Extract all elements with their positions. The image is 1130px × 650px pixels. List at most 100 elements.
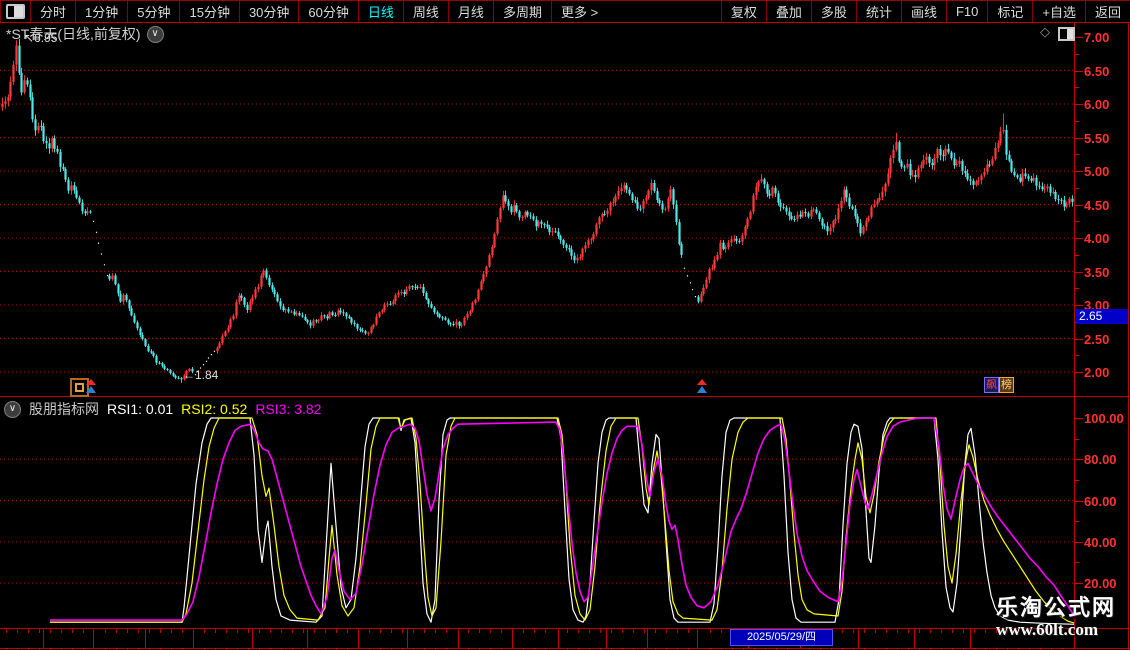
price-axis-tick: [1075, 154, 1079, 155]
date-axis-tick: [688, 629, 689, 633]
date-axis-tick: [292, 629, 293, 633]
toolbar-item[interactable]: +自选: [1032, 1, 1085, 22]
rsi-pane[interactable]: [0, 397, 1075, 628]
toolbar-item[interactable]: 复权: [721, 1, 766, 22]
split-panel-icon: [6, 4, 25, 19]
month-separator: [512, 629, 513, 648]
watermark-url: www.60lt.com: [996, 620, 1116, 640]
chevron-down-icon[interactable]: ∨: [147, 26, 164, 43]
date-axis-tick: [446, 629, 447, 633]
layout-split-button[interactable]: [0, 1, 30, 22]
rsi-axis-label: 20.00: [1084, 577, 1126, 590]
candlestick-chart[interactable]: [0, 23, 1075, 396]
menu-item[interactable]: 月线: [448, 1, 493, 22]
date-axis-tick: [853, 629, 854, 633]
panel-toggle-button[interactable]: [1058, 27, 1075, 41]
price-axis-tick: [1075, 121, 1079, 122]
date-axis-tick: [17, 629, 18, 633]
month-separator: [43, 629, 44, 648]
date-axis-tick: [479, 629, 480, 633]
month-separator: [145, 629, 146, 648]
menu-item[interactable]: 更多 >: [551, 1, 607, 22]
diamond-icon[interactable]: ◇: [1040, 25, 1050, 38]
date-axis: 2024年 45678910111212345678910: [0, 628, 1130, 650]
date-axis-tick: [567, 629, 568, 633]
month-separator: [358, 629, 359, 648]
toolbar-item[interactable]: 标记: [987, 1, 1032, 22]
pane-divider: [0, 396, 1130, 397]
toolbar-item[interactable]: 画线: [901, 1, 946, 22]
price-axis-tick: [1075, 87, 1079, 88]
date-axis-tick: [347, 629, 348, 633]
month-separator: [558, 629, 559, 648]
price-axis-label: 3.50: [1084, 266, 1109, 279]
toolbar-item[interactable]: 统计: [856, 1, 901, 22]
rsi1-value: RSI1: 0.01: [107, 401, 173, 417]
menu-item[interactable]: 多周期: [493, 1, 551, 22]
menu-item[interactable]: 5分钟: [127, 1, 179, 22]
indicator-chevron-icon[interactable]: ∨: [4, 401, 21, 418]
price-axis-tick: [1075, 305, 1083, 306]
date-axis-tick: [666, 629, 667, 633]
toolbar-item[interactable]: 叠加: [766, 1, 811, 22]
menu-item[interactable]: 15分钟: [179, 1, 238, 22]
price-axis-label: 2.00: [1084, 366, 1109, 379]
price-axis-tick: [1075, 205, 1083, 206]
date-axis-tick: [281, 629, 282, 633]
price-axis-tick: [1075, 238, 1083, 239]
menu-item[interactable]: 1分钟: [75, 1, 127, 22]
date-axis-tick: [160, 629, 161, 633]
menu-item[interactable]: 周线: [403, 1, 448, 22]
date-axis-tick: [61, 629, 62, 633]
price-axis-label: 6.00: [1084, 98, 1109, 111]
date-axis-tick: [369, 629, 370, 633]
date-axis-tick: [182, 629, 183, 633]
date-axis-tick: [39, 629, 40, 633]
menu-item[interactable]: 30分钟: [239, 1, 298, 22]
date-axis-tick: [413, 629, 414, 633]
toolbar-item[interactable]: F10: [946, 1, 987, 22]
price-axis-tick: [1075, 255, 1079, 256]
month-separator: [970, 629, 971, 648]
date-axis-tick: [270, 629, 271, 633]
rsi-indicator-chart[interactable]: [0, 397, 1075, 628]
month-separator: [697, 629, 698, 648]
price-axis-tick: [1075, 37, 1083, 38]
price-axis-label: 4.50: [1084, 199, 1109, 212]
date-axis-tick: [501, 629, 502, 633]
menu-item[interactable]: 分时: [30, 1, 75, 22]
date-axis-tick: [171, 629, 172, 633]
date-axis-tick: [424, 629, 425, 633]
rsi-axis-tick: [1075, 583, 1083, 584]
menu-item[interactable]: 日线: [358, 1, 403, 22]
date-axis-tick: [611, 629, 612, 633]
rsi-axis-tick: [1075, 439, 1079, 440]
rsi-axis-tick: [1075, 459, 1083, 460]
date-axis-tick: [215, 629, 216, 633]
price-axis-tick: [1075, 372, 1083, 373]
price-axis-border: [1074, 23, 1075, 648]
hot-list-badge[interactable]: 飙 榜: [984, 377, 1014, 393]
rsi-axis-label: 60.00: [1084, 495, 1126, 508]
toolbar-item[interactable]: 返回: [1085, 1, 1130, 22]
rsi-axis-tick: [1075, 521, 1079, 522]
month-separator: [252, 629, 253, 648]
indicator-name: 股朋指标网: [29, 399, 99, 419]
date-axis-tick: [534, 629, 535, 633]
toolbar-item[interactable]: 多股: [811, 1, 856, 22]
date-axis-tick: [105, 629, 106, 633]
price-axis-label: 6.50: [1084, 65, 1109, 78]
date-axis-tick: [325, 629, 326, 633]
date-axis-tick: [721, 629, 722, 633]
menu-item[interactable]: 60分钟: [298, 1, 357, 22]
price-axis-label: 4.00: [1084, 232, 1109, 245]
date-axis-tick: [974, 629, 975, 633]
price-axis-tick: [1075, 221, 1079, 222]
date-axis-tick: [237, 629, 238, 633]
month-separator: [606, 629, 607, 648]
date-axis-tick: [897, 629, 898, 633]
date-axis-tick: [72, 629, 73, 633]
main-chart-pane[interactable]: [0, 23, 1075, 396]
month-separator: [307, 629, 308, 648]
low-price-annotation: ←1.84: [183, 369, 218, 381]
